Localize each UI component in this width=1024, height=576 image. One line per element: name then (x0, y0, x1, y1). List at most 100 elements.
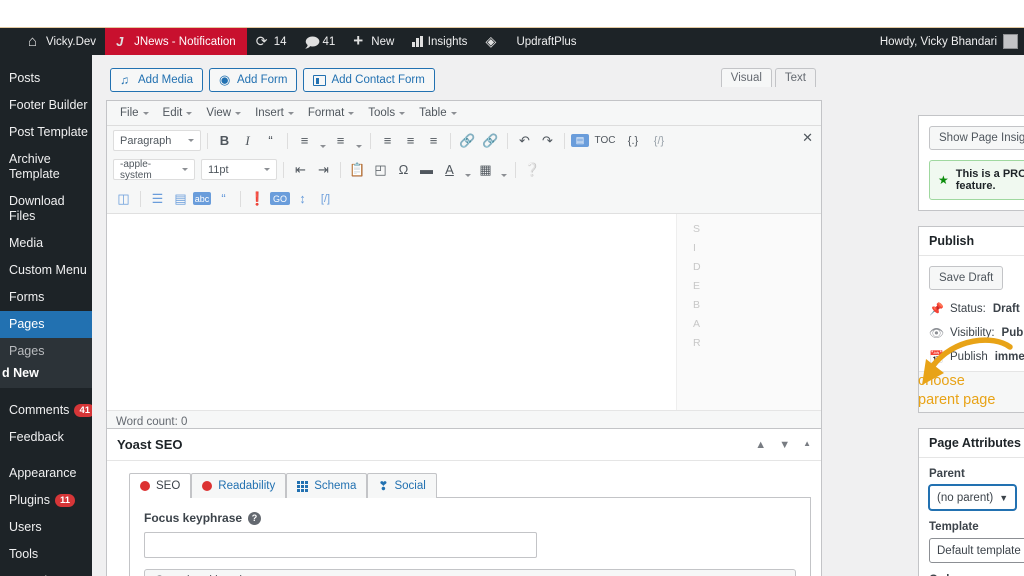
move-down-icon[interactable]: ▼ (779, 439, 790, 451)
code-button[interactable]: {/} (647, 130, 671, 151)
help-icon[interactable]: ? (248, 511, 262, 525)
add-media-button[interactable]: Add Media (110, 68, 203, 92)
sidebar-item-wpbakery[interactable]: WPBakery Page Builder (0, 568, 92, 576)
columns-button[interactable]: ◫ (113, 188, 134, 209)
bullet-list-button[interactable]: ≡ (294, 130, 315, 151)
menu-tools[interactable]: Tools (361, 104, 412, 122)
yoast-tab-seo[interactable]: SEO (129, 473, 192, 498)
adminbar-jnews-notification[interactable]: J JNews - Notification (105, 28, 247, 55)
paste-as-text-button[interactable]: 📋 (347, 159, 368, 180)
paragraph-block-button[interactable]: ☰ (147, 188, 168, 209)
blockquote-button[interactable]: “ (260, 130, 281, 151)
font-size-select[interactable]: 11pt (201, 159, 277, 180)
menu-table[interactable]: Table (412, 104, 464, 122)
focus-keyphrase-input[interactable] (144, 532, 537, 558)
sidebar-item-footer-builder[interactable]: Footer Builder (0, 92, 92, 119)
align-left-button[interactable]: ≡ (377, 130, 398, 151)
paragraph-style-select[interactable]: Paragraph (113, 130, 201, 151)
text-color-button[interactable]: A (439, 159, 460, 180)
sidebar-menu-secondary[interactable]: Comments 41 Feedback (0, 397, 92, 451)
sidebar-menu-main[interactable]: Posts Footer Builder Post Template Archi… (0, 65, 92, 338)
unlink-button[interactable]: 🔗 (480, 130, 501, 151)
sidebar-item-comments[interactable]: Comments 41 (0, 397, 92, 424)
tab-text[interactable]: Text (774, 68, 816, 87)
read-more-button[interactable]: ▤ (571, 134, 589, 147)
bullet-list-caret-icon[interactable] (317, 131, 328, 151)
sidebar-subitem-add-new[interactable]: d New (0, 362, 92, 384)
adminbar-insights[interactable]: Insights (403, 28, 476, 55)
sidebar-item-tools[interactable]: Tools (0, 541, 92, 568)
menu-view[interactable]: View (199, 104, 248, 122)
sidebar-item-pages[interactable]: Pages (0, 311, 92, 338)
menu-format[interactable]: Format (301, 104, 361, 122)
insert-link-button[interactable]: 🔗 (457, 130, 478, 151)
sidebar-item-feedback[interactable]: Feedback (0, 424, 92, 451)
sidebar-item-forms[interactable]: Forms (0, 284, 92, 311)
sidebar-item-download-files[interactable]: Download Files (0, 188, 92, 230)
clear-formatting-button[interactable]: ◰ (370, 159, 391, 180)
yoast-tab-readability[interactable]: Readability (191, 473, 287, 498)
menu-insert[interactable]: Insert (248, 104, 301, 122)
alert-button[interactable]: ❗ (247, 188, 268, 209)
move-up-icon[interactable]: ▲ (755, 439, 766, 451)
text-color-caret-icon[interactable] (462, 160, 473, 180)
yoast-tabs[interactable]: SEO Readability Schema ❣ Social (129, 473, 811, 498)
table-button[interactable]: ▦ (475, 159, 496, 180)
abc-button[interactable]: abc (193, 192, 211, 205)
sidebar-item-custom-menu[interactable]: Custom Menu (0, 257, 92, 284)
yoast-tab-social[interactable]: ❣ Social (367, 473, 437, 498)
adminbar-plugin-diamond[interactable] (476, 28, 507, 55)
table-caret-icon[interactable] (498, 160, 509, 180)
spacer-button[interactable]: ↕ (292, 188, 313, 209)
raw-code-button[interactable]: [/] (315, 188, 336, 209)
menu-edit[interactable]: Edit (156, 104, 200, 122)
adminbar-updates[interactable]: 14 (247, 28, 296, 55)
sidebar-item-appearance[interactable]: Appearance (0, 460, 92, 487)
editor-toolbar-row-2[interactable]: -apple-system 11pt ⇤ ⇥ 📋 ◰ Ω ▬ A ▦ ❔ (107, 155, 821, 184)
sidebar-submenu-pages[interactable]: Pages d New (0, 338, 92, 388)
quote-block-button[interactable]: “ (213, 188, 234, 209)
adminbar-comments[interactable]: 41 (295, 28, 344, 55)
toc-button[interactable]: TOC (591, 130, 619, 151)
outdent-button[interactable]: ⇤ (290, 159, 311, 180)
sidebar-subitem-pages[interactable]: Pages (0, 340, 92, 362)
italic-button[interactable]: I (237, 130, 258, 151)
align-center-button[interactable]: ≡ (400, 130, 421, 151)
parent-page-select[interactable]: (no parent) ▼ (929, 485, 1017, 510)
special-character-button[interactable]: Ω (393, 159, 414, 180)
sidebar-item-archive-template[interactable]: Archive Template (0, 146, 92, 188)
heading-block-button[interactable]: ▤ (170, 188, 191, 209)
numbered-list-caret-icon[interactable] (353, 131, 364, 151)
numbered-list-button[interactable]: ≡ (330, 130, 351, 151)
horizontal-line-button[interactable]: ▬ (416, 159, 437, 180)
yoast-tab-schema[interactable]: Schema (286, 473, 368, 498)
indent-button[interactable]: ⇥ (313, 159, 334, 180)
sidebar-item-posts[interactable]: Posts (0, 65, 92, 92)
adminbar-my-account[interactable]: Howdy, Vicky Bhandari (871, 28, 1024, 55)
adminbar-new[interactable]: New (344, 28, 403, 55)
sidebar-menu-tertiary[interactable]: Appearance Plugins 11 Users Tools WPBake… (0, 460, 92, 576)
yoast-header-controls[interactable]: ▲ ▼ ▲ (755, 439, 811, 451)
adminbar-updraftplus[interactable]: UpdraftPlus (507, 28, 585, 55)
editor-toolbar-row-1[interactable]: Paragraph B I “ ≡ ≡ ≡ ≡ ≡ 🔗 🔗 ↶ ↷ ▤ TOC … (107, 126, 821, 155)
redo-button[interactable]: ↷ (537, 130, 558, 151)
editor-content-area[interactable]: S I D E B A R (107, 214, 821, 410)
sidebar-item-users[interactable]: Users (0, 514, 92, 541)
kitchen-sink-toggle-icon[interactable]: ✕ (802, 130, 813, 146)
shortcode-button[interactable]: {.} (621, 130, 645, 151)
editor-mode-tabs[interactable]: Visual Text (718, 68, 816, 87)
editor-menubar[interactable]: File Edit View Insert Format Tools Table (107, 101, 821, 126)
editor-toolbar-row-3[interactable]: ◫ ☰ ▤ abc “ ❗ GO ↕ [/] (107, 184, 821, 214)
get-related-keyphrases-button[interactable]: Get related keyphrases (144, 569, 796, 576)
save-draft-button[interactable]: Save Draft (929, 266, 1004, 290)
show-page-insights-button[interactable]: Show Page Insights (929, 126, 1024, 150)
add-contact-form-button[interactable]: Add Contact Form (303, 68, 435, 92)
toggle-panel-icon[interactable]: ▲ (803, 439, 811, 451)
sidebar-item-plugins[interactable]: Plugins 11 (0, 487, 92, 514)
sidebar-item-post-template[interactable]: Post Template (0, 119, 92, 146)
admin-sidebar[interactable]: Posts Footer Builder Post Template Archi… (0, 55, 92, 576)
add-form-button[interactable]: Add Form (208, 68, 298, 92)
tab-visual[interactable]: Visual (720, 68, 772, 87)
sidebar-item-media[interactable]: Media (0, 230, 92, 257)
keyboard-shortcuts-button[interactable]: ❔ (522, 159, 543, 180)
